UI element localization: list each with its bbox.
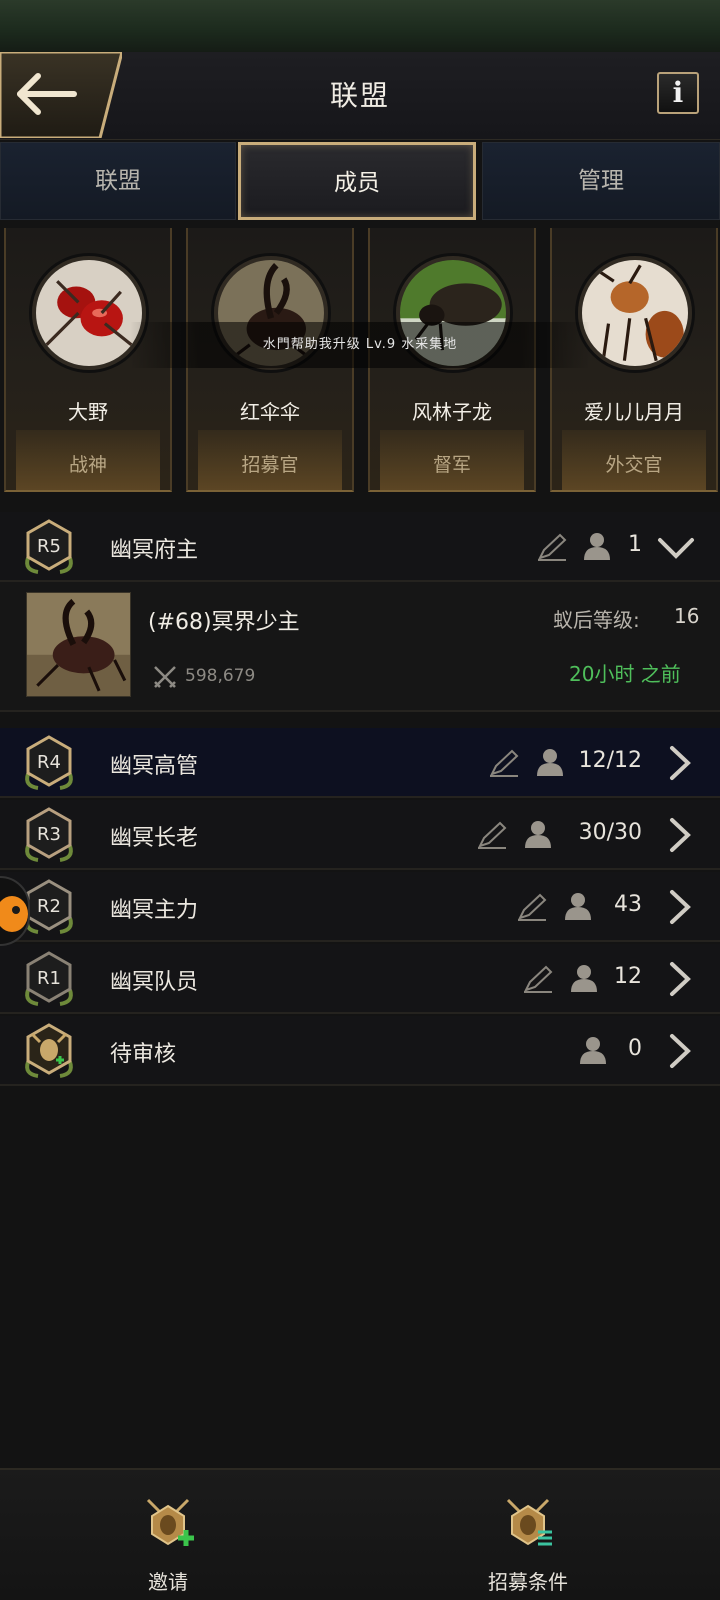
chevron-right-icon[interactable] xyxy=(664,1032,698,1070)
rank-row-r3[interactable]: R3 幽冥长老 30/30 xyxy=(0,800,720,870)
rank-name: 幽冥府主 xyxy=(110,538,199,563)
rank-name: 幽冥队员 xyxy=(110,970,199,995)
chevron-right-icon[interactable] xyxy=(664,888,698,926)
member-count: 0 xyxy=(628,1036,642,1061)
officer-name: 大野 xyxy=(68,400,108,424)
person-icon xyxy=(535,748,565,776)
rank-badge-label: R5 xyxy=(37,536,61,557)
rank-row-r1[interactable]: R1 幽冥队员 12 xyxy=(0,944,720,1014)
bottom-action-bar: 邀请 招募条件 xyxy=(0,1468,720,1600)
avatar xyxy=(578,256,692,370)
top-background-strip xyxy=(0,0,720,52)
rank-badge-label: R1 xyxy=(37,968,61,989)
list-item-leader[interactable]: (#68)冥界少主 598,679 蚁后等级: 16 20小时 之前 xyxy=(0,582,720,712)
recruit-conditions-button[interactable]: 招募条件 xyxy=(428,1492,628,1600)
officer-name: 红伞伞 xyxy=(240,400,300,424)
member-count: 1 xyxy=(628,532,642,557)
floating-assistant-button[interactable] xyxy=(0,876,30,946)
rank-badge-label: R4 xyxy=(37,752,61,773)
chevron-right-icon[interactable] xyxy=(664,960,698,998)
rank-badge-label: R2 xyxy=(37,896,61,917)
member-name: (#68)冥界少主 xyxy=(148,610,300,635)
rank-badge-icon: R4 xyxy=(20,734,78,792)
tab-members[interactable]: 成员 xyxy=(238,142,476,220)
member-count: 12 xyxy=(614,964,642,989)
member-power: 598,679 xyxy=(185,666,256,686)
pencil-icon[interactable] xyxy=(536,532,568,562)
chevron-down-icon[interactable] xyxy=(656,528,696,566)
person-icon xyxy=(569,964,599,992)
rank-row-pending[interactable]: 待审核 0 xyxy=(0,1016,720,1086)
chevron-right-icon[interactable] xyxy=(664,816,698,854)
rank-badge-label: R3 xyxy=(37,824,61,845)
rank-row-r5[interactable]: R5 幽冥府主 1 xyxy=(0,512,720,582)
pencil-icon[interactable] xyxy=(516,892,548,922)
rank-row-r4[interactable]: R4 幽冥高管 12/12 xyxy=(0,728,720,798)
member-count: 30/30 xyxy=(578,820,642,845)
member-count: 43 xyxy=(614,892,642,917)
ant-recruit-icon xyxy=(506,1498,552,1546)
member-count: 12/12 xyxy=(578,748,642,773)
rank-name: 待审核 xyxy=(110,1042,177,1067)
pencil-icon[interactable] xyxy=(476,820,508,850)
invite-button[interactable]: 邀请 xyxy=(68,1492,268,1600)
rank-name: 幽冥长老 xyxy=(110,826,199,851)
officer-name: 爱儿儿月月 xyxy=(584,400,684,424)
scrolling-notice-banner: 水門帮助我升级 Lv.9 水采集地 xyxy=(130,322,590,368)
pencil-icon[interactable] xyxy=(488,748,520,778)
pending-ant-icon xyxy=(20,1022,78,1080)
officer-role: 战神 xyxy=(68,454,107,476)
tab-bar: 联盟 成员 管理 xyxy=(0,142,720,222)
rank-badge-icon: R3 xyxy=(20,806,78,864)
tab-manage[interactable]: 管理 xyxy=(482,142,720,220)
info-button[interactable]: i xyxy=(657,72,699,114)
tab-alliance[interactable]: 联盟 xyxy=(0,142,236,220)
rank-row-r2[interactable]: R2 幽冥主力 43 xyxy=(0,872,720,942)
officer-role: 外交官 xyxy=(605,454,663,476)
info-icon: i xyxy=(672,76,684,109)
rank-badge-icon: R1 xyxy=(20,950,78,1008)
person-icon xyxy=(563,892,593,920)
person-icon xyxy=(523,820,553,848)
invite-label: 邀请 xyxy=(148,1570,188,1594)
rank-name: 幽冥主力 xyxy=(110,898,199,923)
assistant-icon xyxy=(0,896,28,932)
officer-role: 招募官 xyxy=(241,454,299,476)
rank-badge-icon: R5 xyxy=(20,518,78,576)
rank-name: 幽冥高管 xyxy=(110,754,199,779)
officer-role: 督军 xyxy=(432,454,471,476)
ant-invite-icon xyxy=(146,1498,194,1546)
last-online-time: 20小时 之前 xyxy=(569,662,681,686)
queen-level-label: 蚁后等级: xyxy=(553,608,640,632)
chevron-right-icon[interactable] xyxy=(664,744,698,782)
avatar xyxy=(26,592,131,697)
recruit-conditions-label: 招募条件 xyxy=(488,1570,568,1594)
officer-name: 风林子龙 xyxy=(412,400,492,424)
crossed-swords-icon xyxy=(152,664,178,690)
page-title: 联盟 xyxy=(329,79,390,112)
queen-level-value: 16 xyxy=(674,604,700,628)
avatar xyxy=(32,256,146,370)
pencil-icon[interactable] xyxy=(522,964,554,994)
